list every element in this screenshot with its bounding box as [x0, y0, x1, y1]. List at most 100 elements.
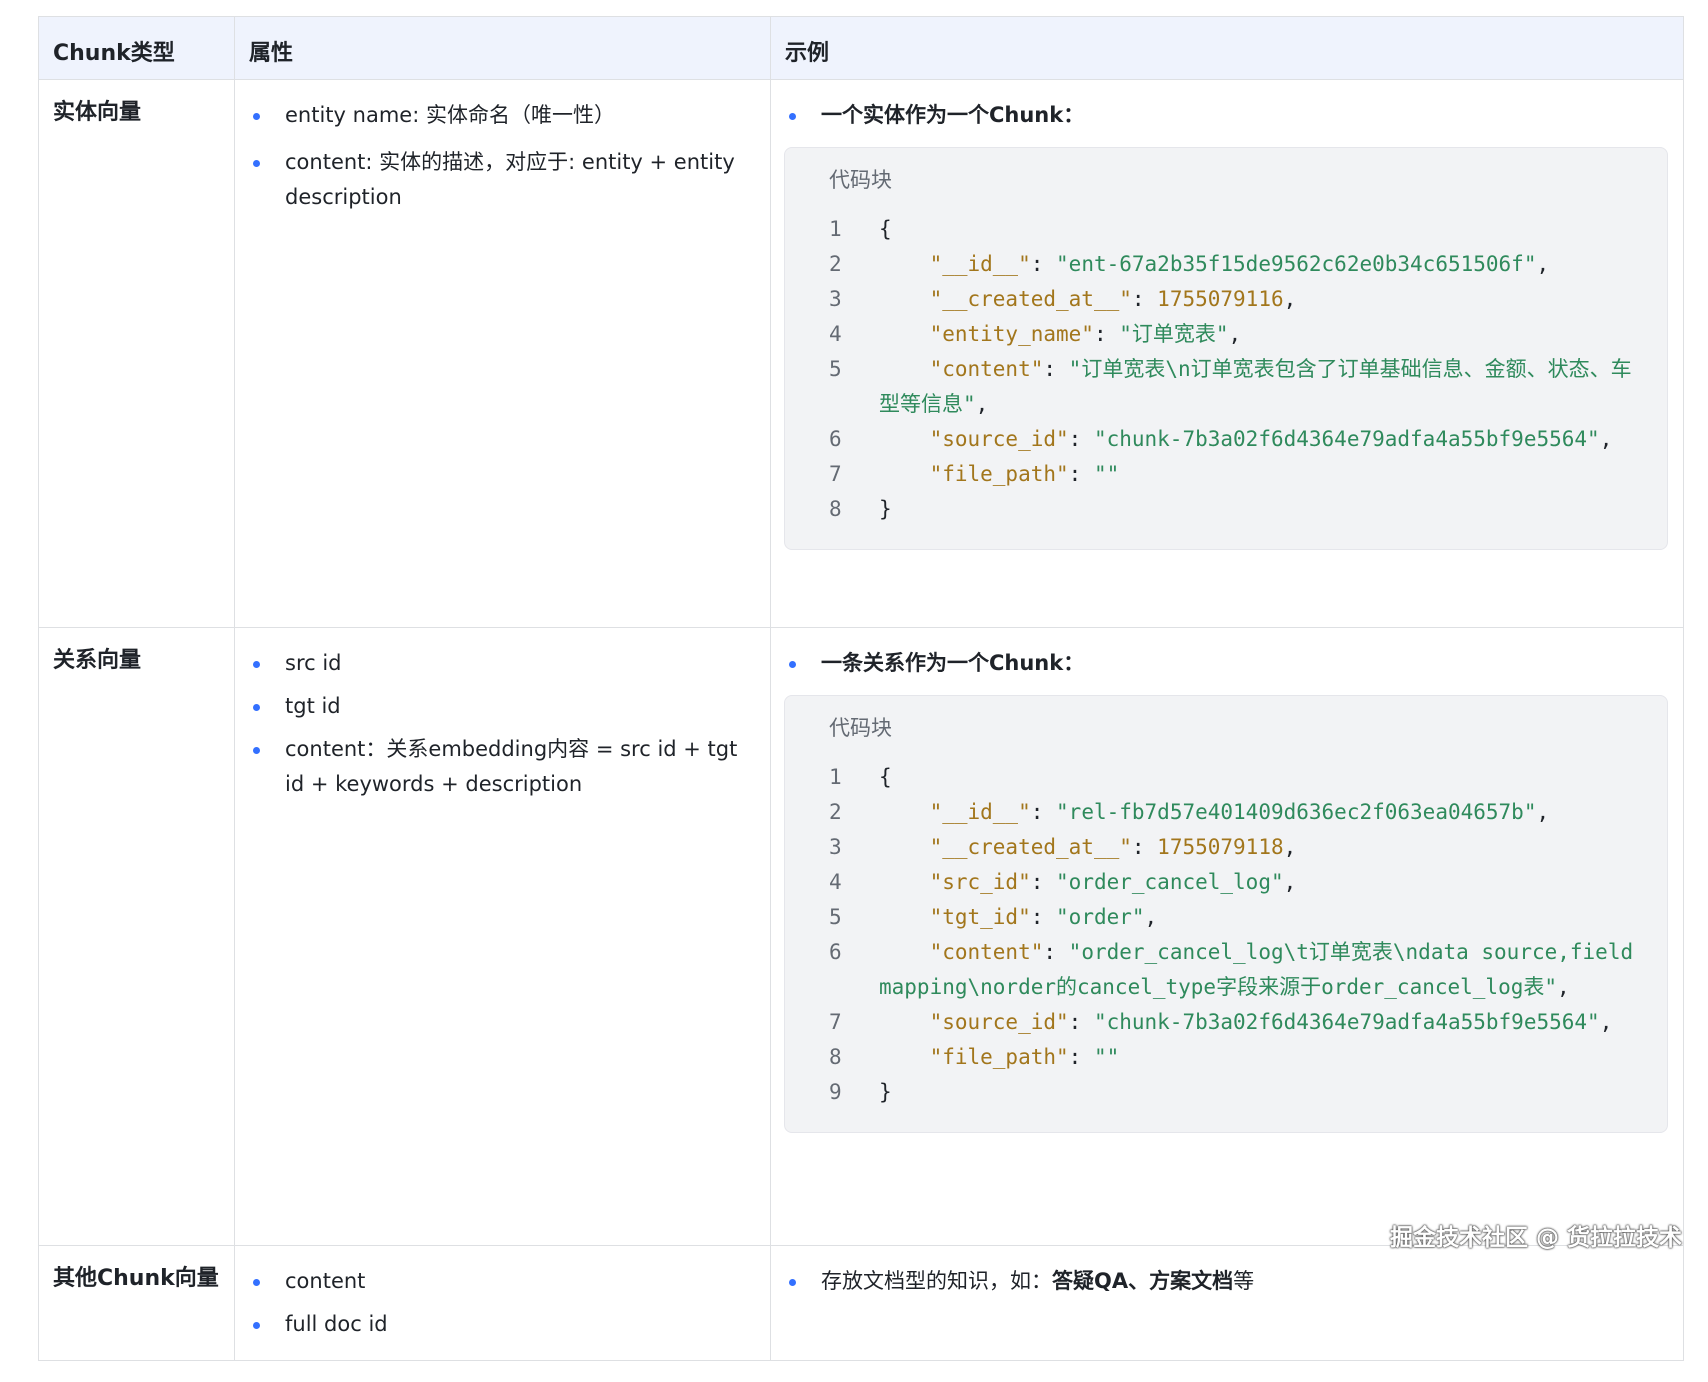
line-number: 2	[829, 252, 842, 276]
code-line: 4 "entity_name": "订单宽表",	[829, 317, 1647, 352]
bullet-icon	[253, 1279, 260, 1286]
code-text: "entity_name": "订单宽表",	[929, 322, 1242, 346]
code-text: "file_path": ""	[929, 1045, 1120, 1069]
example-cell: 一条关系作为一个Chunk： 代码块 1{2 "__id__": "rel-fb…	[771, 628, 1683, 1245]
code-text: {	[879, 765, 892, 789]
code-line: 9}	[829, 1075, 1647, 1110]
list-item: content：关系embedding内容 = src id + tgt id …	[249, 732, 756, 802]
code-line: 8}	[829, 492, 1647, 527]
attribute-text: src id	[285, 651, 342, 675]
code-lines: 1{2 "__id__": "rel-fb7d57e401409d636ec2f…	[829, 760, 1647, 1110]
attribute-text: full doc id	[285, 1312, 388, 1336]
code-line: 6 "content": "order_cancel_log\t订单宽表\nda…	[829, 935, 1647, 1005]
code-text: }	[879, 1080, 892, 1104]
code-key: "entity_name"	[929, 322, 1094, 346]
code-line: 3 "__created_at__": 1755079116,	[829, 282, 1647, 317]
line-number: 4	[829, 870, 842, 894]
code-text: {	[879, 217, 892, 241]
attributes-cell: src id tgt id content：关系embedding内容 = sr…	[235, 628, 771, 1245]
code-block-caption: 代码块	[829, 168, 892, 192]
code-line: 3 "__created_at__": 1755079118,	[829, 830, 1647, 865]
line-number: 1	[829, 765, 842, 789]
line-number: 9	[829, 1080, 842, 1104]
code-line: 7 "source_id": "chunk-7b3a02f6d4364e79ad…	[829, 1005, 1647, 1040]
attributes-cell: content full doc id	[235, 1246, 771, 1360]
code-block[interactable]: 代码块 1 {2 "__id__": "ent-67a2b35f15de9562c…	[784, 147, 1668, 550]
line-number: 7	[829, 1010, 842, 1034]
code-block[interactable]: 代码块 1{2 "__id__": "rel-fb7d57e401409d636…	[784, 695, 1668, 1133]
code-text: "tgt_id": "order",	[929, 905, 1158, 929]
code-line: 2 "__id__": "rel-fb7d57e401409d636ec2f06…	[829, 795, 1647, 830]
list-item: full doc id	[249, 1307, 756, 1342]
list-item: content: 实体的描述，对应于: entity + entity desc…	[249, 145, 756, 215]
code-text: "src_id": "order_cancel_log",	[929, 870, 1297, 894]
code-number: 1755079118	[1157, 835, 1284, 859]
code-key: "tgt_id"	[929, 905, 1031, 929]
line-number: 4	[829, 322, 842, 346]
example-text: 存放文档型的知识，如：	[821, 1269, 1052, 1293]
code-key: "src_id"	[929, 870, 1031, 894]
code-line: 8 "file_path": ""	[829, 1040, 1647, 1075]
code-line: 4 "src_id": "order_cancel_log",	[829, 865, 1647, 900]
code-line: 5 "content": "订单宽表\n订单宽表包含了订单基础信息、金额、状态、…	[829, 352, 1647, 422]
chunk-types-table: Chunk类型 属性 示例 实体向量 entity name: 实体命名（唯一性…	[38, 16, 1684, 1361]
code-key: "content"	[929, 940, 1044, 964]
example-cell: 一个实体作为一个Chunk： 代码块 1 {2 "__id__": "ent-67…	[771, 80, 1683, 627]
code-key: "source_id"	[929, 427, 1069, 451]
example-heading: 一条关系作为一个Chunk：	[821, 651, 1085, 675]
bullet-icon	[789, 1279, 796, 1286]
line-number: 5	[829, 357, 842, 381]
code-line: 1{	[829, 760, 1647, 795]
header-example: 示例	[785, 41, 830, 66]
example-tail-text: 等	[1233, 1269, 1255, 1293]
attribute-list: src id tgt id content：关系embedding内容 = sr…	[249, 646, 756, 802]
code-string: "rel-fb7d57e401409d636ec2f063ea04657b"	[1056, 800, 1537, 824]
list-item: 存放文档型的知识，如：答疑QA、方案文档等	[785, 1264, 1669, 1299]
code-key: "__created_at__"	[929, 835, 1132, 859]
code-key: "source_id"	[929, 1010, 1069, 1034]
code-key: "file_path"	[929, 462, 1069, 486]
line-number: 2	[829, 800, 842, 824]
code-text: "source_id": "chunk-7b3a02f6d4364e79adfa…	[929, 1010, 1613, 1034]
example-list: 一个实体作为一个Chunk：	[785, 98, 1669, 133]
code-text: }	[879, 497, 892, 521]
line-number: 8	[829, 1045, 842, 1069]
list-item: content	[249, 1264, 756, 1299]
line-number: 8	[829, 497, 842, 521]
chunk-type-label: 实体向量	[53, 100, 142, 125]
code-line: 6 "source_id": "chunk-7b3a02f6d4364e79ad…	[829, 422, 1647, 457]
code-string: ""	[1093, 462, 1120, 486]
table-header-row: Chunk类型 属性 示例	[39, 17, 1683, 80]
header-chunk-type: Chunk类型	[39, 17, 235, 79]
code-text: "__created_at__": 1755079118,	[929, 835, 1297, 859]
attribute-text: tgt id	[285, 694, 341, 718]
attribute-text: entity name: 实体命名（唯一性）	[285, 103, 615, 127]
code-text: "content": "订单宽表\n订单宽表包含了订单基础信息、金额、状态、车型…	[879, 357, 1632, 416]
bullet-icon	[253, 704, 260, 711]
code-string: "订单宽表"	[1119, 322, 1229, 346]
code-key: "__id__"	[929, 800, 1031, 824]
line-number: 1	[829, 217, 842, 241]
example-list: 一条关系作为一个Chunk：	[785, 646, 1669, 681]
footer-watermark: 掘金技术社区 @ 货拉拉技术	[1389, 1225, 1682, 1251]
code-string: ""	[1093, 1045, 1120, 1069]
line-number: 6	[829, 427, 842, 451]
header-attributes: 属性	[235, 17, 771, 79]
code-text: "content": "order_cancel_log\t订单宽表\ndata…	[879, 940, 1646, 999]
code-text: "__id__": "ent-67a2b35f15de9562c62e0b34c…	[929, 252, 1550, 276]
example-cell: 存放文档型的知识，如：答疑QA、方案文档等	[771, 1246, 1683, 1360]
table-row-other: 其他Chunk向量 content full doc id 存放文档型的知识，如…	[39, 1246, 1683, 1360]
code-string: "ent-67a2b35f15de9562c62e0b34c651506f"	[1056, 252, 1537, 276]
code-key: "__created_at__"	[929, 287, 1132, 311]
attribute-text: content：关系embedding内容 = src id + tgt id …	[285, 737, 738, 796]
code-string: "chunk-7b3a02f6d4364e79adfa4a55bf9e5564"	[1093, 1010, 1600, 1034]
code-line: 7 "file_path": ""	[829, 457, 1647, 492]
chunk-type-label: 关系向量	[53, 648, 142, 673]
bullet-icon	[253, 661, 260, 668]
example-heading: 一个实体作为一个Chunk：	[821, 103, 1085, 127]
table-row-relation: 关系向量 src id tgt id content：关系embedding内容…	[39, 628, 1683, 1246]
attribute-list: content full doc id	[249, 1264, 756, 1342]
code-text: "file_path": ""	[929, 462, 1120, 486]
bullet-icon	[253, 1322, 260, 1329]
bullet-icon	[253, 747, 260, 754]
